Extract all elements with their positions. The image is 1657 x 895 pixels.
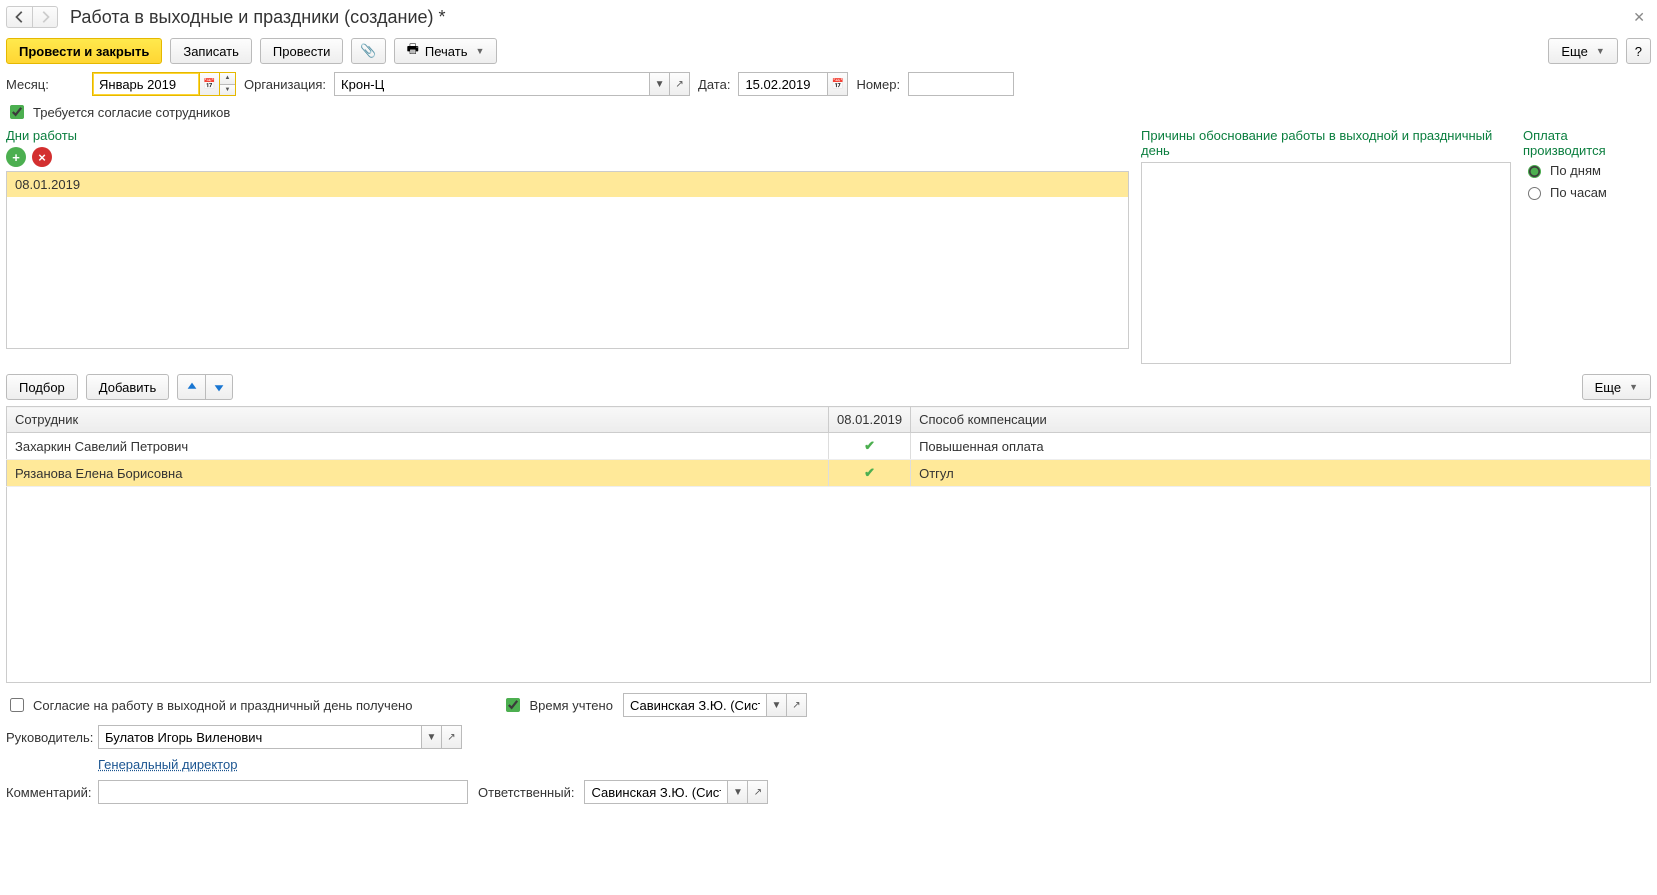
employee-table[interactable]: Сотрудник 08.01.2019 Способ компенсации … bbox=[6, 406, 1651, 487]
manager-input[interactable] bbox=[98, 725, 422, 749]
days-title: Дни работы bbox=[6, 128, 1129, 143]
consent-received-checkbox[interactable]: Согласие на работу в выходной и празднич… bbox=[6, 695, 412, 715]
manager-open-button[interactable]: ↗ bbox=[442, 725, 462, 749]
page-title: Работа в выходные и праздники (создание)… bbox=[70, 7, 446, 28]
help-button[interactable]: ? bbox=[1626, 38, 1651, 64]
nav-forward-button[interactable] bbox=[32, 6, 58, 28]
org-dropdown-button[interactable]: ▼ bbox=[650, 72, 670, 96]
number-input[interactable] bbox=[908, 72, 1014, 96]
col-date[interactable]: 08.01.2019 bbox=[829, 407, 911, 433]
consent-required-checkbox[interactable]: Требуется согласие сотрудников bbox=[6, 102, 230, 122]
manager-position-link[interactable]: Генеральный директор bbox=[98, 757, 237, 772]
post-button[interactable]: Провести bbox=[260, 38, 344, 64]
time-user-input[interactable] bbox=[623, 693, 767, 717]
col-comp[interactable]: Способ компенсации bbox=[911, 407, 1651, 433]
date-label: Дата: bbox=[698, 77, 730, 92]
checkmark-icon[interactable]: ✔ bbox=[864, 438, 875, 453]
print-button[interactable]: 🖶Печать▼ bbox=[394, 38, 498, 64]
add-day-button[interactable]: + bbox=[6, 147, 26, 167]
table-empty-area bbox=[6, 487, 1651, 683]
add-row-button[interactable]: Добавить bbox=[86, 374, 169, 400]
org-open-button[interactable]: ↗ bbox=[670, 72, 690, 96]
month-label: Месяц: bbox=[6, 77, 84, 92]
org-label: Организация: bbox=[244, 77, 326, 92]
time-user-dropdown-button[interactable]: ▼ bbox=[767, 693, 787, 717]
responsible-open-button[interactable]: ↗ bbox=[748, 780, 768, 804]
table-row[interactable]: Захаркин Савелий Петрович ✔ Повышенная о… bbox=[7, 433, 1651, 460]
post-and-close-button[interactable]: Провести и закрыть bbox=[6, 38, 162, 64]
date-calendar-button[interactable]: 📅 bbox=[828, 72, 848, 96]
paperclip-icon: 📎 bbox=[360, 43, 376, 59]
number-label: Номер: bbox=[856, 77, 900, 92]
printer-icon: 🖶 bbox=[407, 40, 419, 62]
responsible-input[interactable] bbox=[584, 780, 728, 804]
time-counted-checkbox[interactable]: Время учтено bbox=[502, 695, 612, 715]
month-up-button[interactable]: ▲ bbox=[220, 73, 235, 85]
save-button[interactable]: Записать bbox=[170, 38, 252, 64]
remove-day-button[interactable]: × bbox=[32, 147, 52, 167]
month-input[interactable] bbox=[92, 72, 200, 96]
pay-by-days-radio[interactable]: По дням bbox=[1523, 162, 1651, 178]
manager-label: Руководитель: bbox=[6, 730, 88, 745]
pick-button[interactable]: Подбор bbox=[6, 374, 78, 400]
attach-button[interactable]: 📎 bbox=[351, 38, 385, 64]
day-item[interactable]: 08.01.2019 bbox=[7, 172, 1128, 197]
date-input[interactable] bbox=[738, 72, 828, 96]
checkmark-icon[interactable]: ✔ bbox=[864, 465, 875, 480]
caret-down-icon: ▼ bbox=[475, 46, 484, 56]
reasons-textarea[interactable] bbox=[1141, 162, 1511, 364]
reasons-title: Причины обоснование работы в выходной и … bbox=[1141, 128, 1511, 158]
close-button[interactable]: ✕ bbox=[1627, 7, 1651, 28]
responsible-dropdown-button[interactable]: ▼ bbox=[728, 780, 748, 804]
time-user-open-button[interactable]: ↗ bbox=[787, 693, 807, 717]
caret-down-icon: ▼ bbox=[1596, 46, 1605, 56]
comment-label: Комментарий: bbox=[6, 785, 88, 800]
month-calendar-button[interactable]: 📅 bbox=[200, 72, 220, 96]
more-button[interactable]: Еще▼ bbox=[1548, 38, 1617, 64]
manager-dropdown-button[interactable]: ▼ bbox=[422, 725, 442, 749]
days-listbox[interactable]: 08.01.2019 bbox=[6, 171, 1129, 349]
pay-title: Оплата производится bbox=[1523, 128, 1651, 158]
comment-input[interactable] bbox=[98, 780, 468, 804]
table-row[interactable]: Рязанова Елена Борисовна ✔ Отгул bbox=[7, 460, 1651, 487]
col-employee[interactable]: Сотрудник bbox=[7, 407, 829, 433]
nav-back-button[interactable] bbox=[6, 6, 32, 28]
pay-by-hours-radio[interactable]: По часам bbox=[1523, 184, 1651, 200]
move-down-button[interactable] bbox=[205, 374, 233, 400]
table-more-button[interactable]: Еще▼ bbox=[1582, 374, 1651, 400]
caret-down-icon: ▼ bbox=[1629, 382, 1638, 392]
move-up-button[interactable] bbox=[177, 374, 205, 400]
month-down-button[interactable]: ▼ bbox=[220, 85, 235, 96]
responsible-label: Ответственный: bbox=[478, 785, 574, 800]
org-input[interactable] bbox=[334, 72, 650, 96]
